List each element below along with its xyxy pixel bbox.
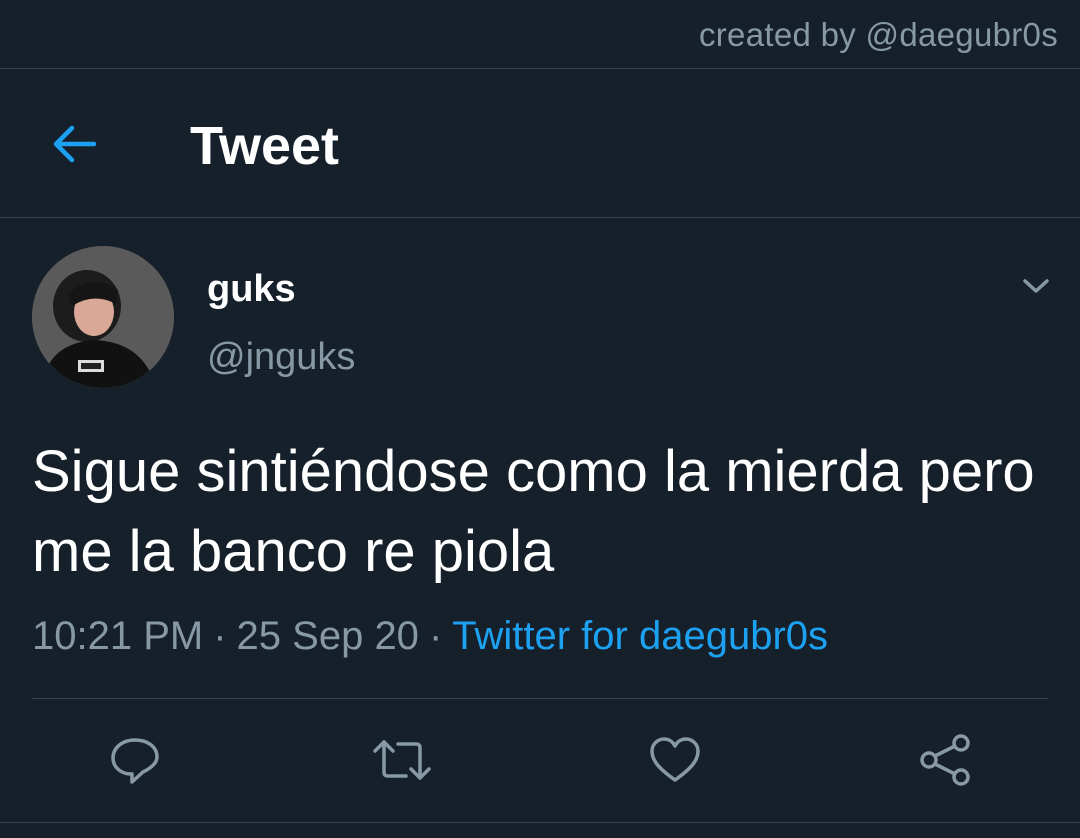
divider [32, 698, 1048, 699]
back-button[interactable] [44, 114, 104, 174]
reply-button[interactable] [107, 732, 163, 788]
credit-bar: created by @daegubr0s [0, 0, 1080, 69]
tweet-text: Sigue sintiéndose como la mierda pero me… [32, 439, 1035, 584]
meta-separator: · [428, 614, 443, 658]
tweet-date: 25 Sep 20 [236, 614, 419, 658]
meta-separator: · [213, 614, 227, 658]
user-handle[interactable]: @jnguks [207, 336, 355, 379]
like-button[interactable] [647, 732, 703, 788]
credit-text: created by @daegubr0s [698, 16, 1058, 53]
tweet-meta: 10:21 PM · 25 Sep 20 · Twitter for daegubr0s [32, 614, 828, 659]
page-title: Tweet [190, 116, 340, 176]
arrow-left-icon [50, 124, 98, 164]
avatar-image [32, 246, 174, 388]
tweet-time: 10:21 PM [32, 614, 204, 658]
more-options-button[interactable] [1016, 268, 1056, 304]
retweet-button[interactable] [372, 732, 432, 788]
header: Tweet [0, 69, 1080, 218]
like-icon [648, 734, 702, 786]
tweet-client-link[interactable]: Twitter for daegubr0s [452, 614, 828, 658]
share-icon [917, 732, 973, 788]
share-button[interactable] [917, 732, 973, 788]
retweet-icon [372, 734, 432, 786]
display-name[interactable]: guks [207, 268, 296, 311]
avatar[interactable] [32, 246, 174, 388]
reply-icon [109, 734, 161, 786]
bottom-divider [0, 822, 1080, 823]
chevron-down-icon [1021, 276, 1051, 296]
